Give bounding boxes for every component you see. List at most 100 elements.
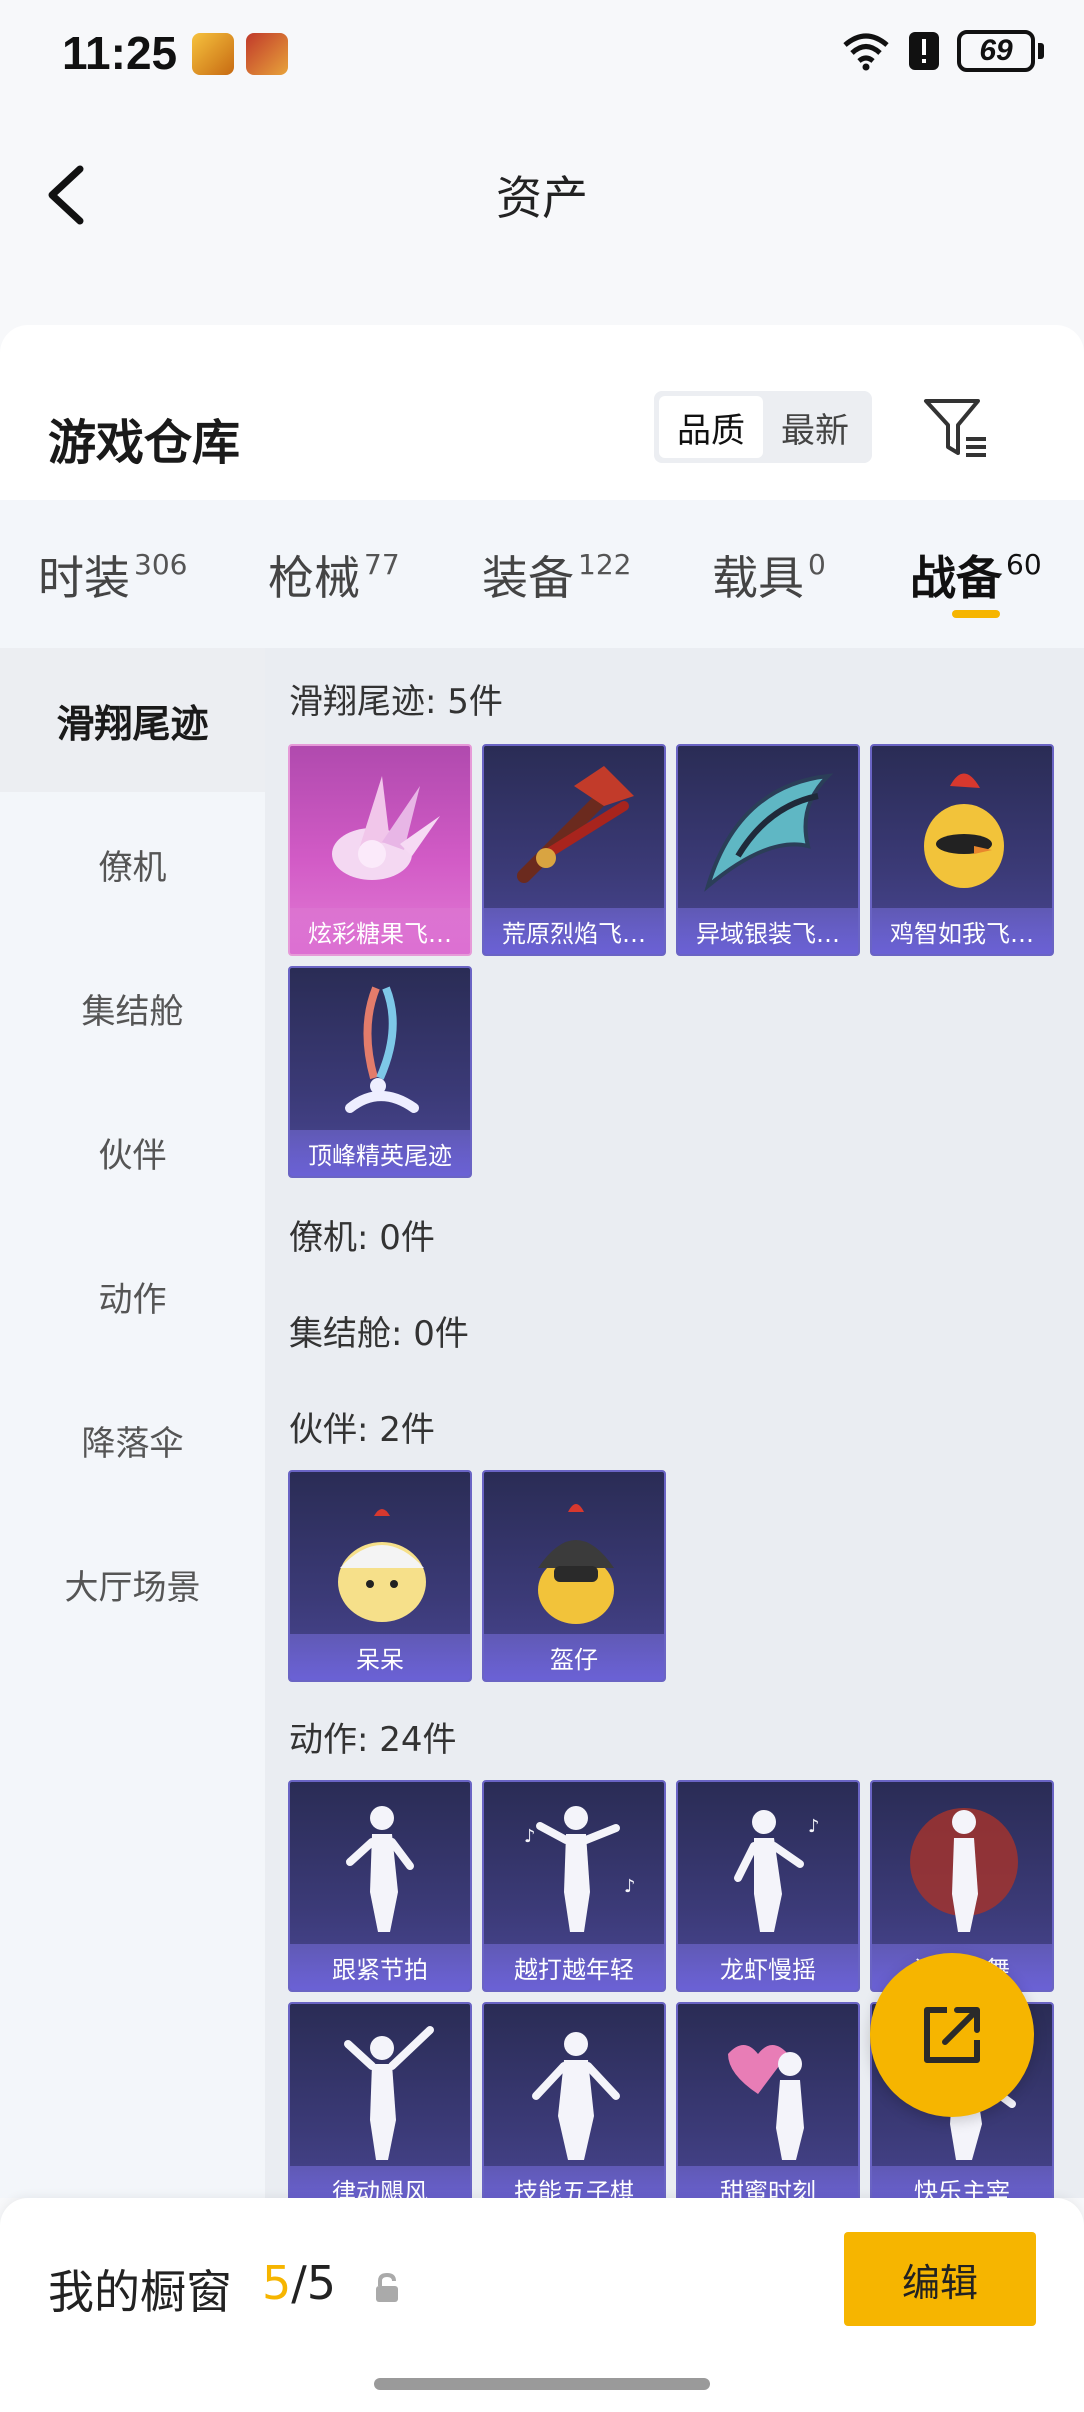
item-card[interactable]: ♪ ♪ 越打越年轻 — [482, 1780, 666, 1992]
lock-icon — [376, 2272, 398, 2302]
item-card[interactable]: 顶峰精英尾迹 — [288, 966, 472, 1178]
svg-text:♪: ♪ — [624, 1876, 636, 1897]
item-name: 技能五子棋 — [484, 2166, 664, 2198]
item-card[interactable]: 律动飓风 — [288, 2002, 472, 2198]
warehouse-header: 游戏仓库 品质 最新 — [0, 325, 1084, 500]
showcase-label: 我的橱窗 — [48, 2265, 232, 2319]
section-label-companion: 伙伴: 2件 — [289, 1410, 435, 1450]
sidebar-item-wingman[interactable]: 僚机 — [0, 792, 265, 936]
tab-label: 枪械 — [268, 551, 360, 605]
sidebar-item-parachute[interactable]: 降落伞 — [0, 1368, 265, 1512]
section-label-glide-trail: 滑翔尾迹: 5件 — [289, 682, 503, 722]
tab-label: 时装 — [38, 551, 130, 605]
sidebar-item-emote[interactable]: 动作 — [0, 1224, 265, 1368]
dance-figure-image: ♪ — [734, 1810, 820, 1932]
showcase-separator: / — [291, 2256, 307, 2310]
dance-figure-image: ♪ ♪ — [524, 1806, 636, 1932]
dance-figure-image — [910, 1808, 1018, 1932]
share-icon — [924, 2007, 980, 2063]
dance-figure-image — [344, 2026, 434, 2160]
sidebar-item-lobby-scene[interactable]: 大厅场景 — [0, 1512, 265, 1656]
section-label-emote: 动作: 24件 — [289, 1720, 457, 1760]
sidebar: 滑翔尾迹 僚机 集结舱 伙伴 动作 降落伞 大厅场景 — [0, 648, 265, 2198]
dance-figure-image — [728, 2045, 804, 2160]
item-name: 跟紧节拍 — [290, 1944, 470, 1990]
edit-button[interactable]: 编辑 — [844, 2232, 1036, 2326]
item-card[interactable]: 呆呆 — [288, 1470, 472, 1682]
tab-count: 0 — [808, 548, 826, 581]
elite-trail-image — [345, 986, 419, 1113]
section-label-rally-pod: 集结舱: 0件 — [289, 1314, 469, 1354]
candy-glider-image — [332, 776, 440, 880]
item-card[interactable]: 跟紧节拍 — [288, 1780, 472, 1992]
sort-option-latest[interactable]: 最新 — [763, 396, 867, 458]
status-icons: 69 — [841, 30, 1044, 72]
sort-option-quality[interactable]: 品质 — [659, 396, 763, 458]
active-tab-indicator — [952, 610, 1000, 618]
item-card[interactable]: 甜蜜时刻 — [676, 2002, 860, 2198]
svg-text:♪: ♪ — [808, 1816, 820, 1837]
tab-count: 122 — [578, 548, 632, 581]
item-name: 盔仔 — [484, 1634, 664, 1680]
tab-count: 77 — [364, 548, 400, 581]
chick-companion-image — [338, 1509, 426, 1622]
wifi-icon — [843, 33, 889, 71]
item-name: 甜蜜时刻 — [678, 2166, 858, 2198]
share-button[interactable] — [870, 1953, 1034, 2117]
item-name: 鸡智如我飞… — [872, 908, 1052, 954]
item-card[interactable]: 盔仔 — [482, 1470, 666, 1682]
item-name: 呆呆 — [290, 1634, 470, 1680]
tab-fashion[interactable]: 时装 306 — [38, 542, 187, 608]
item-card[interactable]: 技能五子棋 — [482, 2002, 666, 2198]
game-app-icon-2 — [246, 33, 288, 75]
tab-guns[interactable]: 枪械 77 — [268, 542, 400, 608]
sidebar-item-glide-trail[interactable]: 滑翔尾迹 — [0, 648, 265, 792]
section-label-wingman: 僚机: 0件 — [289, 1218, 435, 1258]
showcase-total: 5 — [306, 2256, 337, 2310]
helmet-chick-companion-image — [538, 1504, 614, 1624]
tab-equipment[interactable]: 装备 122 — [482, 542, 631, 608]
sidebar-item-companion[interactable]: 伙伴 — [0, 1080, 265, 1224]
tab-label: 装备 — [482, 551, 574, 605]
item-name: 龙虾慢摇 — [678, 1944, 858, 1990]
item-name: 顶峰精英尾迹 — [290, 1130, 470, 1176]
silver-glider-image — [704, 773, 834, 892]
flame-glider-image — [517, 766, 634, 883]
item-name: 荒原烈焰飞… — [484, 908, 664, 954]
battery-level: 69 — [957, 30, 1035, 72]
warehouse-title: 游戏仓库 — [48, 415, 241, 471]
item-name: 律动飓风 — [290, 2166, 470, 2198]
chicken-glider-image — [924, 773, 1004, 888]
tab-label: 战备 — [910, 551, 1002, 605]
item-card[interactable]: 炫彩糖果飞… — [288, 744, 472, 956]
category-tabs: 时装 306 枪械 77 装备 122 载具 0 战备 60 — [0, 500, 1084, 648]
battery-icon: 69 — [957, 30, 1044, 72]
page-title: 资产 — [496, 171, 588, 225]
alert-icon — [909, 32, 939, 70]
svg-text:♪: ♪ — [524, 1826, 536, 1847]
tab-vehicles[interactable]: 载具 0 — [712, 542, 826, 608]
showcase-count: 5/5 — [262, 2256, 336, 2310]
item-name: 异域银装飞… — [678, 908, 858, 954]
item-card[interactable]: 荒原烈焰飞… — [482, 744, 666, 956]
status-time: 11:25 — [62, 27, 178, 79]
item-name: 越打越年轻 — [484, 1944, 664, 1990]
tab-count: 306 — [134, 548, 188, 581]
assets-screen: 11:25 69 资产 游戏仓库 品质 最新 时装 306 枪械 77 装备 1… — [0, 0, 1084, 2412]
item-card[interactable]: 鸡智如我飞… — [870, 744, 1054, 956]
dance-figure-image — [532, 2032, 620, 2160]
sort-toggle: 品质 最新 — [654, 391, 872, 463]
showcase-bar: 我的橱窗 5/5 编辑 — [0, 2198, 1084, 2412]
game-app-icon — [192, 33, 234, 75]
item-name: 快乐主宰 — [872, 2166, 1052, 2198]
showcase-current: 5 — [262, 2256, 292, 2310]
item-card[interactable]: ♪ 龙虾慢摇 — [676, 1780, 860, 1992]
item-name: 炫彩糖果飞… — [290, 908, 470, 954]
item-card[interactable]: 异域银装飞… — [676, 744, 860, 956]
home-indicator — [374, 2378, 710, 2390]
nav-bar: 资产 — [0, 110, 1084, 325]
sidebar-item-rally-pod[interactable]: 集结舱 — [0, 936, 265, 1080]
filter-icon[interactable] — [922, 397, 992, 461]
tab-battle-prep[interactable]: 战备 60 — [910, 542, 1042, 608]
dance-figure-image — [346, 1806, 414, 1932]
